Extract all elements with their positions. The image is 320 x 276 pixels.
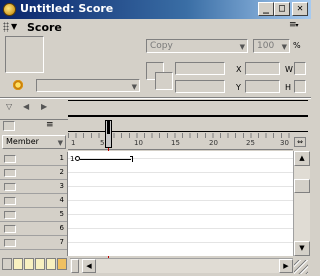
- next-marker-icon[interactable]: ▶: [41, 102, 47, 111]
- channel-mute-toggle[interactable]: [4, 183, 16, 191]
- channel-row[interactable]: 5: [0, 208, 67, 222]
- channel-mute-toggle[interactable]: [4, 169, 16, 177]
- title-bar[interactable]: Untitled: Score _ □ ✕: [0, 0, 311, 19]
- sprite-start-label: 1: [70, 155, 75, 163]
- score-grid[interactable]: [68, 151, 293, 256]
- ruler-label: 20: [209, 139, 218, 147]
- background-color-chip[interactable]: [155, 72, 173, 90]
- list-menu-icon[interactable]: ≡▾: [289, 21, 301, 32]
- scroll-up-button[interactable]: ▲: [294, 151, 310, 166]
- horizontal-scrollbar[interactable]: ◀ ▶: [70, 258, 293, 273]
- ruler-zoom-icon[interactable]: ⇔: [294, 137, 306, 147]
- display-mode-dropdown[interactable]: Member ▼: [2, 135, 66, 149]
- resize-grip-icon[interactable]: [294, 260, 308, 274]
- w-field[interactable]: [294, 62, 306, 75]
- channel-row[interactable]: 3: [0, 180, 67, 194]
- channel-mute-toggle[interactable]: [4, 211, 16, 219]
- ruler-label: 1: [71, 139, 76, 147]
- scroll-left-button[interactable]: ◀: [82, 259, 96, 273]
- sprite-thumbnail-field: [5, 36, 44, 73]
- hide-channels-icon[interactable]: ▽: [6, 102, 12, 111]
- maximize-button[interactable]: □: [274, 2, 290, 16]
- ruler-label: 15: [171, 139, 180, 147]
- blend-dropdown-value: 100: [257, 41, 275, 51]
- display-mode-value: Member: [6, 137, 39, 146]
- ruler-label: 5: [100, 139, 105, 147]
- channel-number: 3: [59, 182, 64, 190]
- scroll-right-button[interactable]: ▶: [279, 259, 293, 273]
- panel-title: Score: [27, 21, 62, 34]
- special-channels-area: [68, 100, 308, 117]
- cast-member-dropdown[interactable]: ▼: [36, 79, 140, 92]
- ruler-label: 30: [280, 139, 289, 147]
- scroll-thumb[interactable]: [294, 179, 310, 193]
- channel-row[interactable]: 6: [0, 222, 67, 236]
- vertical-scrollbar[interactable]: ▲ ▼: [293, 151, 310, 256]
- channel-number: 2: [59, 168, 64, 176]
- ink-dropdown-value: Copy: [150, 41, 173, 51]
- channel-number: 6: [59, 224, 64, 232]
- channel-number: 7: [59, 238, 64, 246]
- y-field[interactable]: [245, 80, 280, 93]
- backcolor-field[interactable]: [175, 80, 225, 93]
- channel-mute-toggle[interactable]: [4, 197, 16, 205]
- window-title: Untitled: Score: [20, 2, 114, 15]
- divider: [0, 119, 68, 120]
- channel-row[interactable]: 1: [0, 152, 67, 166]
- forecolor-field[interactable]: [175, 62, 225, 75]
- channel-number: 1: [59, 154, 64, 162]
- h-label: H: [285, 83, 292, 92]
- prev-marker-icon[interactable]: ◀: [23, 102, 29, 111]
- channel-mute-toggle[interactable]: [4, 225, 16, 233]
- sprite-span[interactable]: 1: [70, 155, 133, 164]
- color-swatches[interactable]: [2, 258, 68, 272]
- channel-mute-toggle[interactable]: [4, 155, 16, 163]
- h-field[interactable]: [294, 80, 306, 93]
- channel-mute-toggle[interactable]: [4, 239, 16, 247]
- w-label: W: [285, 65, 293, 74]
- minimize-button[interactable]: _: [258, 2, 274, 16]
- channel-row[interactable]: 4: [0, 194, 67, 208]
- x-label: X: [236, 65, 242, 74]
- channel-toggle-icon[interactable]: [3, 121, 15, 131]
- ruler-label: 10: [134, 139, 143, 147]
- channel-row[interactable]: 7: [0, 236, 67, 250]
- playhead-handle[interactable]: [105, 120, 112, 148]
- behavior-gear-icon[interactable]: [12, 79, 24, 91]
- close-button[interactable]: ✕: [292, 2, 308, 16]
- panel-expand-arrow-icon[interactable]: ▼: [11, 22, 17, 31]
- director-app-icon: [3, 3, 16, 16]
- ruler-tick-marks: [68, 133, 293, 138]
- ruler-label: 25: [246, 139, 255, 147]
- y-label: Y: [236, 83, 241, 92]
- channel-number: 4: [59, 196, 64, 204]
- panel-grip-icon[interactable]: [3, 22, 9, 32]
- x-field[interactable]: [245, 62, 280, 75]
- center-align-icon[interactable]: ≡: [46, 120, 54, 130]
- ink-dropdown[interactable]: Copy ▼: [146, 39, 248, 53]
- divider: [0, 98, 311, 99]
- marker-channel[interactable]: [68, 118, 308, 132]
- scroll-thumb[interactable]: [71, 259, 79, 273]
- blend-dropdown[interactable]: 100 ▼: [253, 39, 290, 53]
- channel-row[interactable]: 2: [0, 166, 67, 180]
- channel-number: 5: [59, 210, 64, 218]
- scroll-down-button[interactable]: ▼: [294, 241, 310, 256]
- blend-unit-label: %: [293, 41, 301, 50]
